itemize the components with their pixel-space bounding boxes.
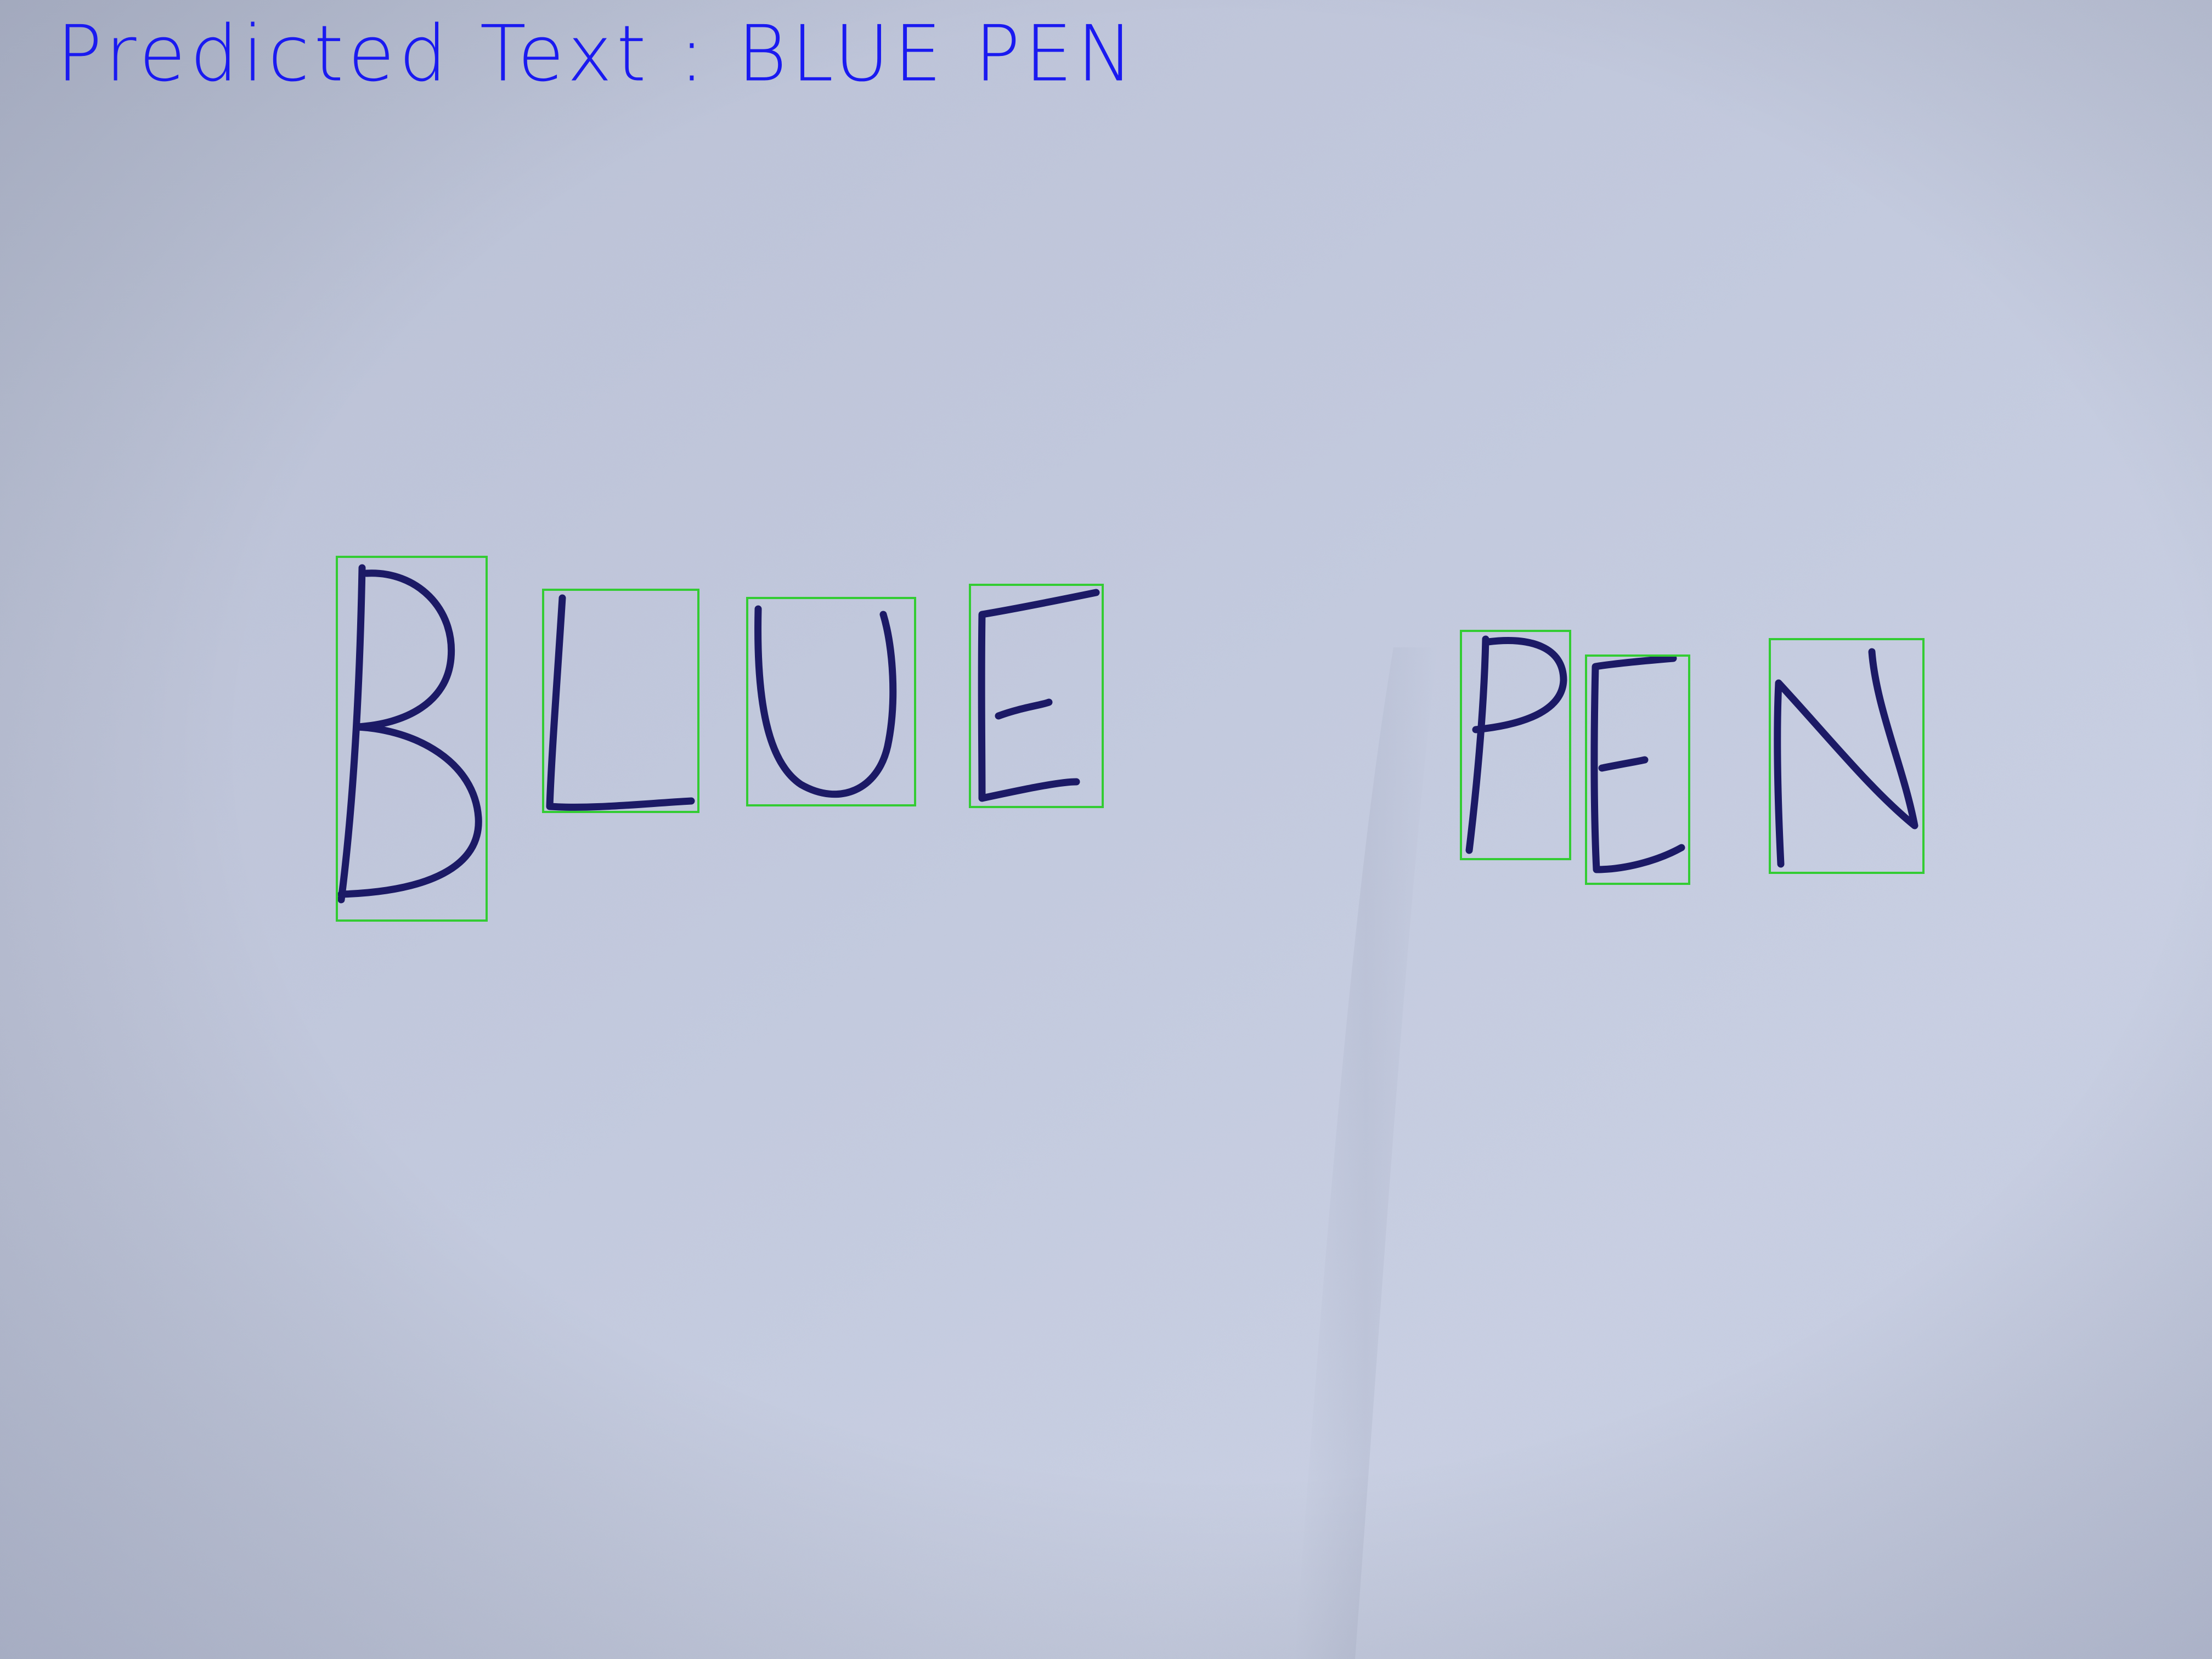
photo-scene <box>0 0 2212 1659</box>
predicted-text-label: Predicted Text : BLUE PEN <box>57 8 1138 99</box>
photo-vignette <box>0 0 2212 1659</box>
